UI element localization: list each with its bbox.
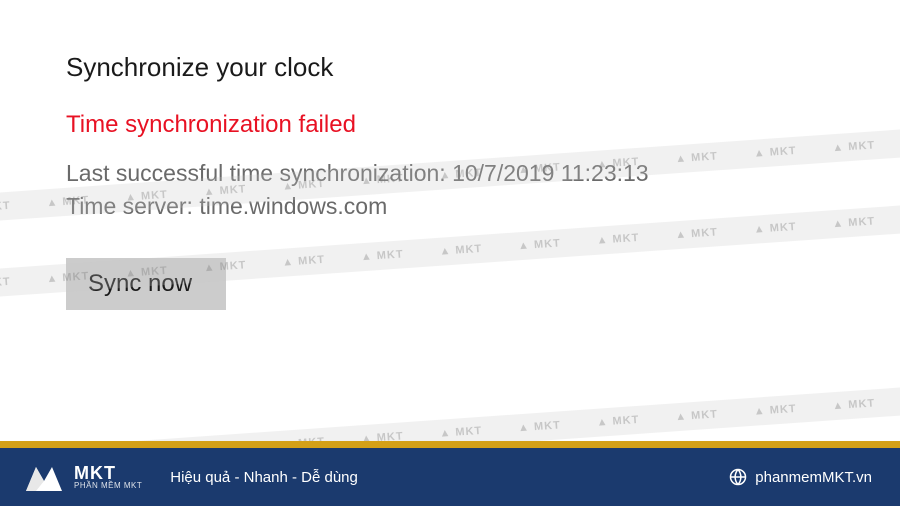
footer-accent-line [0, 441, 900, 448]
time-server-value: time.windows.com [199, 193, 387, 219]
time-server-label: Time server: [66, 193, 193, 219]
last-sync-info: Last successful time synchronization: 10… [66, 157, 900, 190]
footer-bar: MKT PHẦN MỀM MKT Hiệu quả - Nhanh - Dễ d… [0, 448, 900, 506]
footer-tagline: Hiệu quả - Nhanh - Dễ dùng [170, 469, 358, 486]
footer-logo: MKT PHẦN MỀM MKT [22, 457, 142, 497]
footer-url-text: phanmemMKT.vn [755, 469, 872, 486]
sync-now-button[interactable]: Sync now [66, 258, 226, 310]
logo-text: MKT PHẦN MỀM MKT [74, 464, 142, 490]
logo-icon [22, 457, 66, 497]
section-heading: Synchronize your clock [66, 52, 900, 83]
sync-settings-panel: Synchronize your clock Time synchronizat… [0, 0, 900, 310]
last-sync-label: Last successful time synchronization: [66, 160, 446, 186]
time-server-info: Time server: time.windows.com [66, 190, 900, 223]
logo-sub-text: PHẦN MỀM MKT [74, 482, 142, 490]
globe-icon [729, 468, 747, 486]
last-sync-value: 10/7/2019 11:23:13 [452, 160, 649, 186]
error-message: Time synchronization failed [66, 111, 900, 139]
footer-url[interactable]: phanmemMKT.vn [729, 468, 872, 486]
logo-main-text: MKT [74, 464, 142, 482]
